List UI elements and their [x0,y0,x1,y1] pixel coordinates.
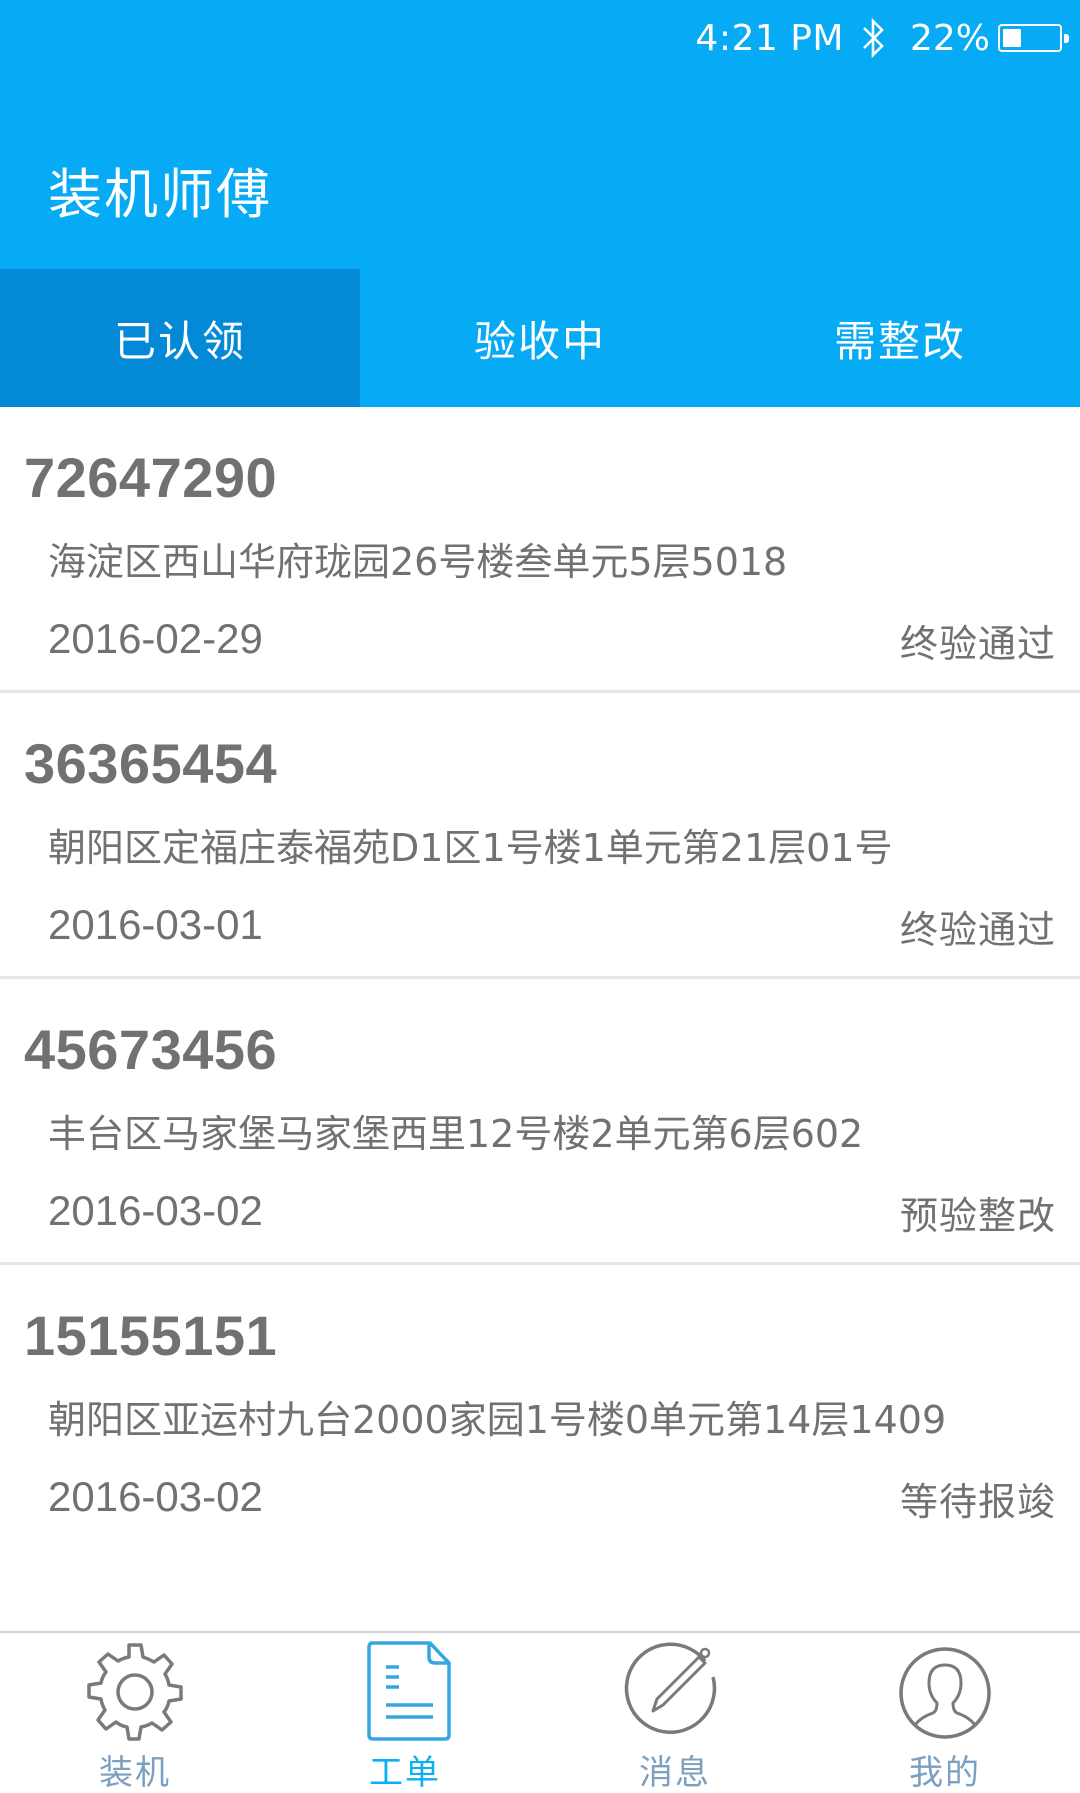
order-number: 15155151 [24,1304,278,1367]
order-date: 2016-02-29 [48,615,263,662]
nav-label: 工单 [369,1753,441,1793]
tab-needs-rectification[interactable]: 需整改 [720,269,1080,407]
order-address: 朝阳区亚运村九台2000家园1号楼0单元第14层1409 [48,1398,947,1442]
order-date: 2016-03-02 [48,1473,263,1520]
gear-icon [87,1643,183,1741]
nav-item-work-orders[interactable]: 工单 [270,1633,540,1793]
status-bar: 4:21 PM 22% [695,12,1069,64]
app-header: 4:21 PM 22% 装机师傅 已认领 验收中 需整改 [0,0,1080,407]
order-status: 终验通过 [899,908,1056,952]
tab-label: 需整改 [833,316,966,366]
order-list-item[interactable]: 15155151 朝阳区亚运村九台2000家园1号楼0单元第14层1409 20… [0,1265,1080,1551]
tab-under-inspection[interactable]: 验收中 [360,269,720,407]
tab-bar: 已认领 验收中 需整改 [0,269,1080,407]
battery-nub [1064,34,1069,43]
order-list-item[interactable]: 36365454 朝阳区定福庄泰福苑D1区1号楼1单元第21层01号 2016-… [0,693,1080,979]
nav-label: 我的 [909,1753,981,1793]
tab-claimed[interactable]: 已认领 [0,269,360,407]
nav-label: 装机 [99,1753,171,1793]
order-address: 海淀区西山华府珑园26号楼叁单元5层5018 [48,540,788,584]
tab-label: 已认领 [113,316,246,366]
order-status: 等待报竣 [899,1480,1056,1524]
nav-label: 消息 [639,1753,711,1793]
order-date: 2016-03-02 [48,1187,263,1234]
nav-item-messages[interactable]: 消息 [540,1633,810,1793]
order-number: 45673456 [24,1018,278,1081]
order-list-item[interactable]: 72647290 海淀区西山华府珑园26号楼叁单元5层5018 2016-02-… [0,407,1080,693]
order-number: 36365454 [24,732,278,795]
document-icon [367,1641,451,1741]
order-list: 72647290 海淀区西山华府珑园26号楼叁单元5层5018 2016-02-… [0,407,1080,1551]
order-address: 丰台区马家堡马家堡西里12号楼2单元第6层602 [48,1112,864,1156]
nav-item-profile[interactable]: 我的 [810,1633,1080,1793]
nav-item-install[interactable]: 装机 [0,1633,270,1793]
tab-label: 验收中 [473,316,606,366]
order-status: 终验通过 [899,622,1056,666]
battery-percent: 22% [909,17,990,59]
pencil-circle-icon [624,1642,717,1734]
bottom-navigation: 装机 工单 消息 我的 [0,1631,1080,1793]
page-title: 装机师傅 [48,163,272,226]
status-time: 4:21 PM [695,17,844,59]
user-circle-icon [899,1647,991,1739]
order-date: 2016-03-01 [48,901,263,948]
order-status: 预验整改 [899,1194,1056,1238]
order-list-item[interactable]: 45673456 丰台区马家堡马家堡西里12号楼2单元第6层602 2016-0… [0,979,1080,1265]
battery-icon [998,24,1069,52]
bluetooth-icon [863,17,884,59]
order-address: 朝阳区定福庄泰福苑D1区1号楼1单元第21层01号 [48,826,893,870]
battery-fill [1003,29,1021,47]
order-number: 72647290 [24,446,278,509]
